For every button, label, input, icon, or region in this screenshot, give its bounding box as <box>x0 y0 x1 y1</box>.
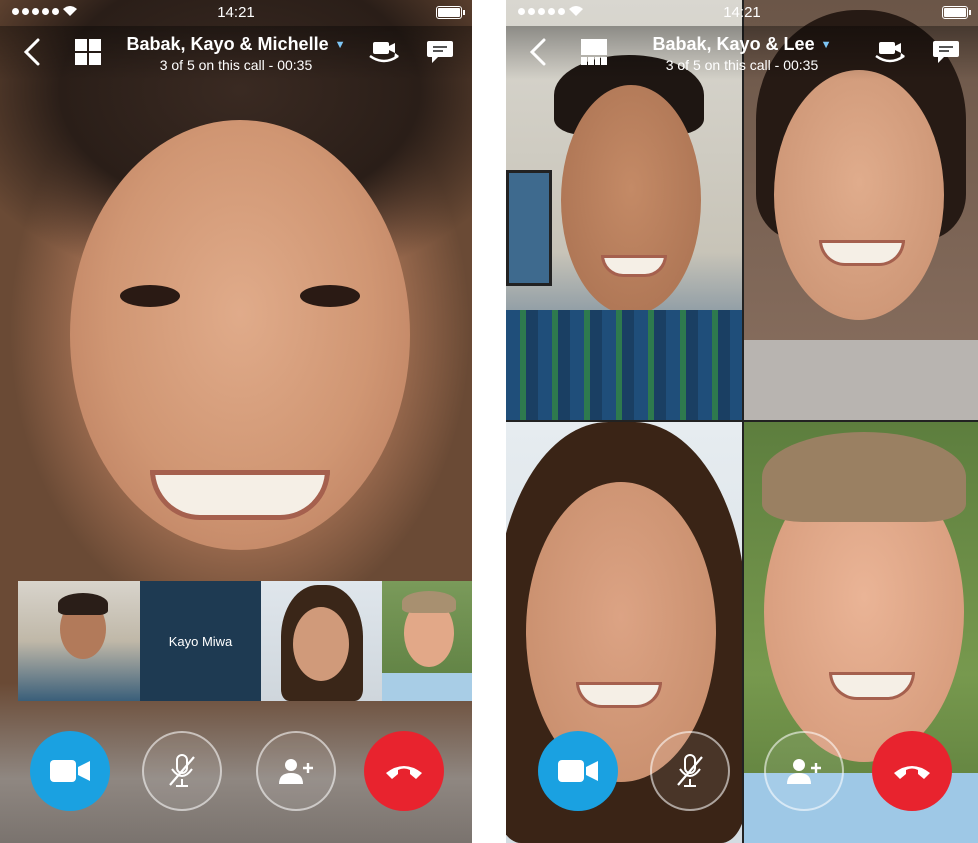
end-call-button[interactable] <box>364 731 444 811</box>
video-camera-icon <box>50 760 90 782</box>
back-button[interactable] <box>518 32 558 72</box>
participant-thumbnail[interactable] <box>382 581 472 701</box>
participant-smile <box>576 682 662 708</box>
call-screen-grid-view: 14:21 Babak, Kayo & Lee ▼ 3 of 5 on this … <box>506 0 978 843</box>
add-person-icon <box>787 759 821 784</box>
participant-face <box>561 85 701 315</box>
video-camera-icon <box>558 760 598 782</box>
battery-icon <box>942 6 971 19</box>
call-title: Babak, Kayo & Michelle <box>126 34 329 54</box>
end-call-icon <box>894 766 930 779</box>
participant-face <box>774 70 944 320</box>
back-chevron-icon <box>529 38 546 66</box>
add-participant-button[interactable] <box>764 731 844 811</box>
microphone-muted-icon <box>169 754 195 787</box>
participant-smile <box>150 470 330 520</box>
mute-button[interactable] <box>142 731 222 811</box>
chat-bubble-icon <box>427 41 453 63</box>
participant-name: Kayo Miwa <box>168 633 233 649</box>
layout-toggle-button[interactable] <box>574 32 614 72</box>
single-layout-icon <box>581 39 607 65</box>
status-bar: 14:21 <box>506 0 978 26</box>
status-time: 14:21 <box>723 4 761 21</box>
call-header: Babak, Kayo & Lee ▼ 3 of 5 on this call -… <box>506 26 978 80</box>
participant-smile <box>819 240 905 266</box>
video-toggle-button[interactable] <box>30 731 110 811</box>
call-title: Babak, Kayo & Lee <box>652 34 815 54</box>
participant-thumbnail-name-only[interactable]: Kayo Miwa <box>140 581 261 701</box>
status-bar: 14:21 <box>0 0 472 26</box>
participant-hair <box>58 593 108 615</box>
microphone-muted-icon <box>677 754 703 787</box>
switch-camera-icon <box>369 42 399 63</box>
add-participant-button[interactable] <box>256 731 336 811</box>
chevron-down-icon: ▼ <box>334 39 346 52</box>
participant-face <box>293 607 349 681</box>
switch-camera-button[interactable] <box>870 32 910 72</box>
call-title-block[interactable]: Babak, Kayo & Michelle ▼ 3 of 5 on this c… <box>120 34 352 73</box>
participant-shirt <box>382 673 472 701</box>
chat-bubble-icon <box>933 41 959 63</box>
participant-shirt <box>506 310 742 420</box>
chat-button[interactable] <box>926 32 966 72</box>
participant-thumbnail-strip: Kayo Miwa <box>18 581 472 701</box>
switch-camera-icon <box>875 42 905 63</box>
back-chevron-icon <box>23 38 40 66</box>
status-time: 14:21 <box>217 4 255 21</box>
participant-thumbnail[interactable] <box>261 581 382 701</box>
call-subtitle: 3 of 5 on this call - 00:35 <box>159 57 313 73</box>
participant-hair <box>402 591 456 613</box>
participant-thumbnail[interactable] <box>18 581 140 701</box>
participant-shirt <box>744 340 978 420</box>
participant-hair <box>762 432 966 522</box>
call-screen-speaker-view: 14:21 Babak, Kayo & Michelle ▼ 3 of 5 on … <box>0 0 472 843</box>
switch-camera-button[interactable] <box>364 32 404 72</box>
chevron-down-icon: ▼ <box>820 39 832 52</box>
background-painting <box>506 170 552 286</box>
participant-eye <box>120 285 180 307</box>
layout-toggle-button[interactable] <box>68 32 108 72</box>
back-button[interactable] <box>12 32 52 72</box>
grid-layout-icon <box>75 39 101 65</box>
main-video-feed <box>0 0 472 843</box>
add-person-icon <box>279 759 313 784</box>
participant-eye <box>300 285 360 307</box>
end-call-icon <box>386 766 422 779</box>
mute-button[interactable] <box>650 731 730 811</box>
chat-button[interactable] <box>420 32 460 72</box>
call-title-block[interactable]: Babak, Kayo & Lee ▼ 3 of 5 on this call -… <box>626 34 858 73</box>
end-call-button[interactable] <box>872 731 952 811</box>
video-toggle-button[interactable] <box>538 731 618 811</box>
call-subtitle: 3 of 5 on this call - 00:35 <box>665 57 819 73</box>
call-header: Babak, Kayo & Michelle ▼ 3 of 5 on this c… <box>0 26 472 80</box>
battery-icon <box>436 6 465 19</box>
